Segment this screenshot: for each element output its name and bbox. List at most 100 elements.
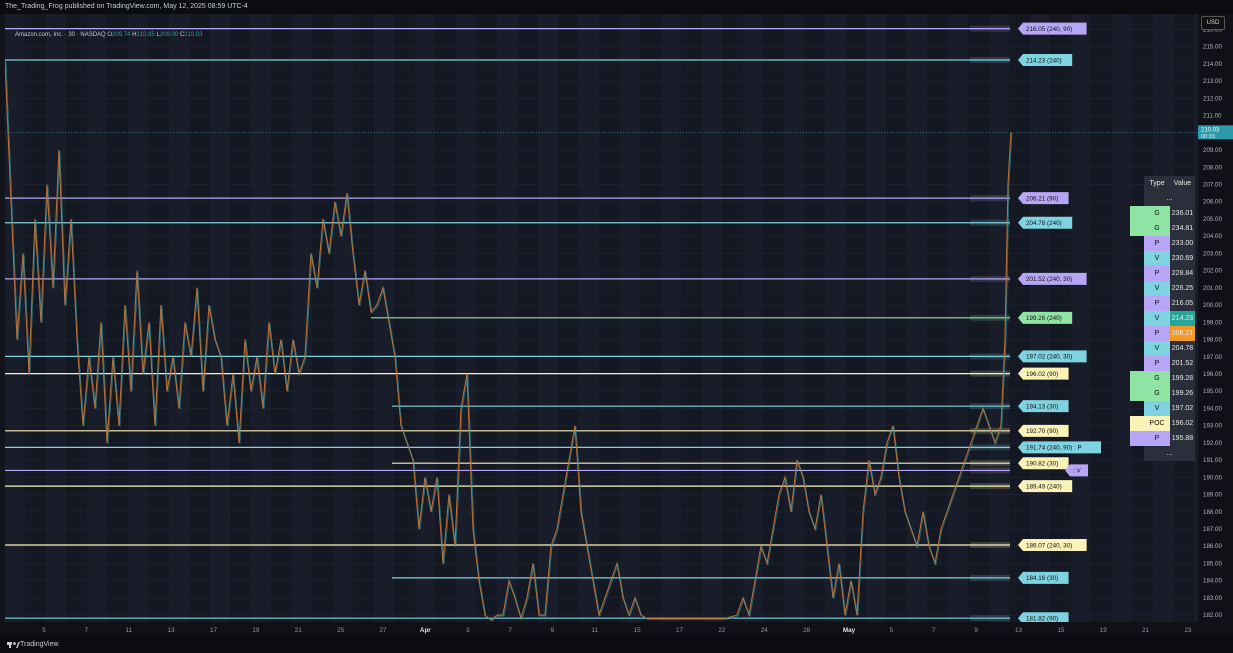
table-type-cell: P	[1144, 326, 1170, 341]
level-zone	[970, 483, 1010, 490]
table-value-cell: 195.88	[1170, 431, 1195, 446]
price-tick-label: 202.00	[1203, 268, 1222, 275]
price-tick-label: 184.00	[1203, 578, 1222, 585]
table-type-cell: V	[1144, 401, 1170, 416]
ohlc-low: 209.00	[159, 32, 179, 38]
level-zone	[970, 56, 1010, 63]
table-marker	[1130, 311, 1144, 326]
level-label: 196.02 (90)	[1018, 367, 1069, 380]
level-label: 186.07 (240, 30)	[1018, 539, 1087, 552]
level-label-text: 199.26 (240)	[1026, 315, 1062, 322]
table-spacer	[1130, 191, 1144, 206]
table-ellipsis-bottom: ...	[1144, 446, 1195, 461]
date-tick-label: 25	[337, 627, 345, 634]
table-marker	[1130, 416, 1144, 431]
date-tick-label: May	[843, 627, 856, 634]
date-tick-label: 9	[551, 627, 555, 634]
table-value-cell: 234.81	[1170, 221, 1195, 236]
table-row: P 206.21	[1130, 326, 1195, 341]
table-type-cell: V	[1144, 251, 1170, 266]
level-label: 204.78 (240)	[1018, 216, 1073, 229]
price-tick-label: 204.00	[1203, 233, 1222, 240]
table-value-cell: 197.02	[1170, 401, 1195, 416]
table-row: P 201.52	[1130, 356, 1195, 371]
table-type-cell: P	[1144, 356, 1170, 371]
symbol-name: Amazon.com, Inc. · 30 · NASDAQ	[15, 32, 106, 38]
date-tick-label: 24	[761, 627, 769, 634]
table-row: V 204.78	[1130, 341, 1195, 356]
level-label-text: 189.49 (240)	[1026, 483, 1062, 490]
price-tick-label: 191.00	[1203, 457, 1222, 464]
table-type-cell: V	[1144, 311, 1170, 326]
price-tick-label: 200.00	[1203, 302, 1222, 309]
price-tick-label: 193.00	[1203, 423, 1222, 430]
table-marker	[1130, 371, 1144, 386]
table-value-cell: 201.52	[1170, 356, 1195, 371]
price-tick-label: 183.00	[1203, 595, 1222, 602]
table-row: V 197.02	[1130, 401, 1195, 416]
top-bar: The_Trading_Frog published on TradingVie…	[0, 0, 1233, 14]
price-axis[interactable]: 216.00215.00214.00213.00212.00211.00210.…	[1198, 14, 1233, 622]
price-tick-label: 206.00	[1203, 199, 1222, 206]
table-row: V 226.25	[1130, 281, 1195, 296]
table-row: P 233.00	[1130, 236, 1195, 251]
price-tick-label: 195.00	[1203, 388, 1222, 395]
table-row: G 234.81	[1130, 221, 1195, 236]
level-zone	[970, 403, 1010, 410]
price-axis-svg: 216.00215.00214.00213.00212.00211.00210.…	[1198, 27, 1233, 619]
level-label: 190.82 (30)	[1018, 457, 1069, 470]
footer: TradingView	[0, 636, 1233, 653]
level-zone	[970, 25, 1010, 32]
table-marker	[1130, 326, 1144, 341]
date-tick-label: 11	[125, 627, 132, 634]
table-type-cell: P	[1144, 266, 1170, 281]
table-marker	[1130, 221, 1144, 236]
table-value-cell: 226.25	[1170, 281, 1195, 296]
current-price-text: 210.03	[1201, 127, 1220, 133]
date-tick-label: 11	[592, 627, 599, 634]
price-tick-label: 199.00	[1203, 319, 1222, 326]
level-label-text: : V	[1073, 468, 1081, 475]
price-chart[interactable]: 216.05 (240, 90) 214.23 (240) 206.21 (90) 2…	[5, 14, 1198, 622]
table-marker	[1130, 356, 1144, 371]
time-axis[interactable]: 5 7 11 13 17 19 21 25 27 Apr 3 7 9 11 15 17 22 24 28 May 5 7 9…	[0, 622, 1233, 636]
date-tick-label: 7	[508, 627, 512, 634]
price-tick-label: 186.00	[1203, 543, 1222, 550]
levels-table: Type Value... G 236.01 G 234.81 P 233.00 V 230.69…	[1130, 176, 1195, 461]
level-label: 189.49 (240)	[1018, 480, 1073, 493]
date-tick-label: 17	[210, 627, 218, 634]
level-label-text: 201.52 (240, 30)	[1026, 276, 1072, 283]
level-label-text: 214.23 (240)	[1026, 57, 1062, 64]
session-band	[87, 14, 107, 622]
currency-button[interactable]: USD	[1201, 16, 1225, 30]
level-zone	[970, 542, 1010, 549]
level-label-text: 192.70 (90)	[1026, 428, 1058, 435]
level-label: 199.26 (240)	[1018, 311, 1073, 324]
date-tick-label: 23	[1184, 627, 1192, 634]
price-tick-label: 209.00	[1203, 147, 1222, 154]
table-type-cell: G	[1144, 221, 1170, 236]
table-value-cell: 216.05	[1170, 296, 1195, 311]
level-label-text: 194.13 (30)	[1026, 403, 1058, 410]
level-label: 191.74 (240, 90) : P	[1018, 441, 1101, 454]
table-marker	[1130, 236, 1144, 251]
table-marker	[1130, 401, 1144, 416]
level-label: 214.23 (240)	[1018, 53, 1073, 66]
level-zone	[970, 314, 1010, 321]
session-band	[169, 14, 189, 622]
table-type-cell: V	[1144, 341, 1170, 356]
level-label: 206.21 (90)	[1018, 192, 1069, 205]
level-label-text: 184.16 (30)	[1026, 575, 1058, 582]
level-label: 181.82 (90)	[1018, 612, 1069, 622]
table-type-cell: G	[1144, 386, 1170, 401]
date-tick-label: 27	[379, 627, 387, 634]
plot-area[interactable]: 216.05 (240, 90) 214.23 (240) 206.21 (90) 2…	[5, 14, 1198, 622]
date-tick-label: 22	[718, 627, 726, 634]
price-tick-label: 214.00	[1203, 61, 1222, 68]
table-type-cell: G	[1144, 371, 1170, 386]
level-label-text: 186.07 (240, 30)	[1026, 542, 1072, 549]
session-band	[1071, 14, 1091, 622]
date-tick-label: 3	[466, 627, 470, 634]
table-spacer	[1130, 446, 1144, 461]
date-tick-label: 5	[42, 627, 46, 634]
